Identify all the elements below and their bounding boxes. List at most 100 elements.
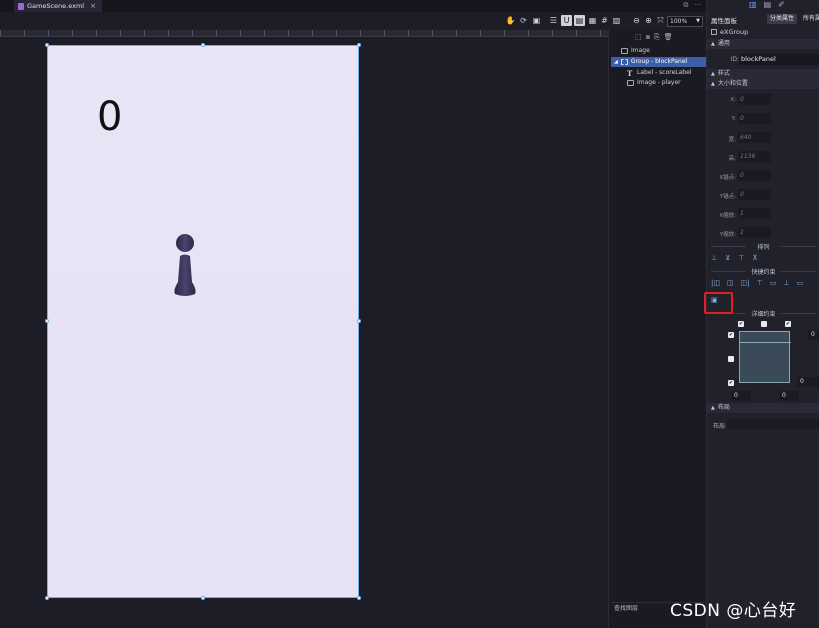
- layer-item-selected[interactable]: ◢ Group - blockPanel: [611, 57, 706, 67]
- zoom-in-icon[interactable]: ⊕: [643, 15, 654, 26]
- top-center-checkbox[interactable]: [761, 321, 767, 327]
- resize-handle[interactable]: [357, 596, 361, 600]
- fit-icon[interactable]: ⤧: [655, 15, 666, 26]
- section-size-position[interactable]: ▲ 大小和位置: [707, 79, 819, 89]
- field-input[interactable]: 1136: [738, 151, 771, 162]
- constraint-bottom-left-input[interactable]: 0: [731, 391, 751, 401]
- layer-label: Label - scoreLabel: [637, 69, 692, 76]
- image-preview-icon[interactable]: ▨: [611, 15, 622, 26]
- section-label: 大小和位置: [717, 80, 748, 87]
- layout-tab-icon[interactable]: ▤: [764, 0, 772, 9]
- field-input[interactable]: 0: [738, 94, 771, 105]
- align-right-edge-icon[interactable]: ◫|: [741, 279, 750, 287]
- id-input[interactable]: blockPanel: [739, 54, 819, 65]
- image-icon: [621, 48, 628, 54]
- field-input[interactable]: 0: [738, 170, 771, 181]
- section-style[interactable]: ▲ 样式: [707, 69, 819, 79]
- constraint-preview-box: [739, 331, 791, 383]
- zoom-value: 100%: [670, 18, 688, 25]
- copy-icon[interactable]: ⎘: [654, 33, 660, 42]
- trash-icon[interactable]: 🗑: [664, 33, 673, 42]
- more-icon[interactable]: ···: [694, 1, 701, 10]
- field-input[interactable]: 1: [738, 208, 771, 219]
- split-icon[interactable]: ⧉: [683, 1, 688, 10]
- section-layout[interactable]: ▲ 布局: [707, 403, 819, 413]
- resize-handle[interactable]: [201, 43, 205, 47]
- close-icon[interactable]: ×: [90, 2, 96, 10]
- stretch-icon[interactable]: ▭: [796, 279, 803, 287]
- field-input[interactable]: 640: [738, 132, 771, 143]
- all-properties-button[interactable]: 所有属性: [803, 14, 819, 24]
- align-top-edge-icon[interactable]: ⊤: [757, 279, 763, 287]
- panel-tabs: ▥ ▤ ✐: [749, 0, 785, 9]
- constraint-bottom-right-input[interactable]: 0: [779, 391, 799, 401]
- field-input[interactable]: 0: [738, 189, 771, 200]
- constraint-right-bottom-input[interactable]: 0: [797, 377, 819, 387]
- send-backward-icon[interactable]: ⊤: [738, 254, 744, 262]
- resize-handle[interactable]: [201, 596, 205, 600]
- constraint-line: [740, 342, 791, 343]
- align-bottom-edge-icon[interactable]: ⊥: [783, 279, 789, 287]
- zoom-out-icon[interactable]: ⊖: [631, 15, 642, 26]
- resize-handle[interactable]: [45, 43, 49, 47]
- categorized-button[interactable]: 分类属性: [767, 14, 798, 24]
- resize-handle[interactable]: [357, 319, 361, 323]
- section-label: 样式: [717, 70, 730, 77]
- player-image[interactable]: [173, 234, 197, 298]
- field-label: X锚点:: [719, 175, 736, 181]
- layer-item[interactable]: Image: [611, 46, 706, 56]
- layer-tools: ⬚ ⧈ ⎘ 🗑: [635, 33, 673, 42]
- group-icon: [620, 59, 628, 65]
- magnet-icon[interactable]: U: [561, 15, 572, 26]
- resize-handle[interactable]: [45, 319, 49, 323]
- hand-icon[interactable]: ✋: [505, 15, 516, 26]
- left-middle-checkbox[interactable]: [728, 356, 734, 362]
- send-back-icon[interactable]: ⊼: [752, 254, 757, 262]
- resize-handle[interactable]: [45, 596, 49, 600]
- align-left-edge-icon[interactable]: |◫: [711, 279, 720, 287]
- hash-grid-icon[interactable]: #: [599, 15, 610, 26]
- component-type: eXGroup: [711, 28, 748, 36]
- layout-label: 布局: [713, 423, 726, 430]
- design-canvas[interactable]: 0: [0, 37, 608, 628]
- left-bottom-checkbox[interactable]: ✔: [728, 380, 734, 386]
- field-input[interactable]: 0: [738, 113, 771, 124]
- block-panel-stage[interactable]: 0: [47, 45, 359, 598]
- field-input[interactable]: 1: [738, 227, 771, 238]
- properties-tab-icon[interactable]: ▥: [749, 0, 757, 9]
- section-general[interactable]: ▲ 通用: [707, 39, 819, 49]
- refresh-icon[interactable]: ⟳: [518, 15, 529, 26]
- resize-handle[interactable]: [357, 43, 361, 47]
- expand-triangle-icon[interactable]: ◢: [614, 57, 618, 67]
- field-label: X:: [730, 97, 736, 103]
- tab-gamescene[interactable]: GameScene.exml ×: [14, 0, 102, 12]
- top-right-checkbox[interactable]: ✔: [785, 321, 791, 327]
- left-top-checkbox[interactable]: ✔: [728, 332, 734, 338]
- align-hcenter-icon[interactable]: ◫: [727, 279, 734, 287]
- layer-label: Image - player: [637, 79, 681, 86]
- screen-icon[interactable]: ▣: [531, 15, 542, 26]
- ungroup-icon[interactable]: ⧈: [646, 33, 650, 42]
- exml-file-icon: [18, 2, 24, 10]
- properties-panel: ▥ ▤ ✐ 属性面板 分类属性 所有属性 eXGroup ▲通用 ID: blo…: [706, 0, 819, 628]
- grid-icon[interactable]: ▦: [587, 15, 598, 26]
- field-label: 宽:: [728, 137, 736, 143]
- align-vcenter-icon[interactable]: ▭: [770, 279, 777, 287]
- constraint-right-top-input[interactable]: 0: [808, 330, 819, 340]
- group-icon[interactable]: ⬚: [635, 33, 642, 42]
- zoom-select[interactable]: 100% ▼: [667, 16, 703, 27]
- score-label[interactable]: 0: [97, 94, 122, 140]
- align-left-icon[interactable]: ☰: [548, 15, 559, 26]
- layer-item[interactable]: T Label - scoreLabel: [611, 68, 706, 78]
- collapse-icon: ▲: [711, 71, 715, 77]
- brush-icon[interactable]: ✐: [778, 0, 785, 9]
- layer-item[interactable]: Image - player: [611, 78, 706, 88]
- field-label: Y:: [731, 116, 736, 122]
- chevron-down-icon: ▼: [696, 18, 700, 24]
- top-left-checkbox[interactable]: ✔: [738, 321, 744, 327]
- snap-icon[interactable]: ▤: [574, 15, 585, 26]
- bring-front-icon[interactable]: ⊥: [711, 254, 717, 262]
- highlight-box: [704, 292, 733, 314]
- layout-select[interactable]: [727, 419, 819, 429]
- bring-forward-icon[interactable]: ⊻: [725, 254, 730, 262]
